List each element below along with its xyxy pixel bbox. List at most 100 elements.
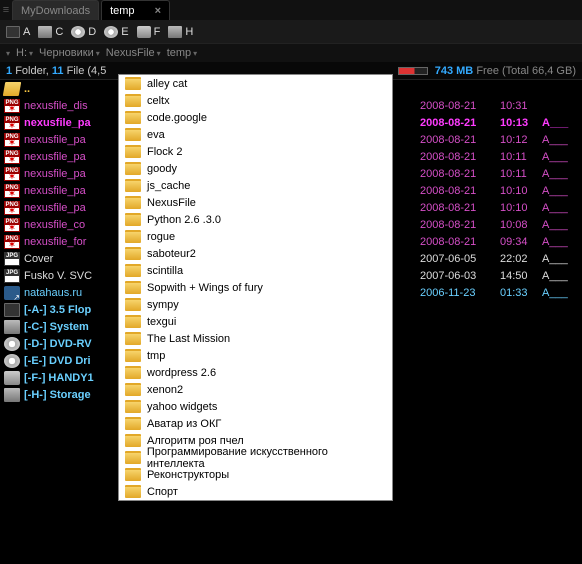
tab-bar: ≡ MyDownloads temp ×	[0, 0, 582, 20]
dropdown-item[interactable]: saboteur2	[119, 245, 392, 262]
folder-dropdown[interactable]: alley cat celtx code.googleevaFlock 2goody…	[118, 74, 393, 501]
folder-icon	[125, 298, 141, 311]
file-date: 2008-08-21	[420, 236, 500, 248]
file-date: 2008-08-21	[420, 100, 500, 112]
file-date: 2007-06-05	[420, 253, 500, 265]
close-icon[interactable]: ×	[155, 5, 161, 17]
dropdown-item[interactable]: eva	[119, 126, 392, 143]
file-time: 10:10	[500, 202, 542, 214]
tab-temp[interactable]: temp ×	[101, 0, 170, 20]
folder-open-icon	[3, 82, 21, 96]
dropdown-item[interactable]: code.google	[119, 109, 392, 126]
folder-icon	[125, 213, 141, 226]
hdd-icon	[38, 26, 52, 38]
tab-label: temp	[110, 5, 134, 17]
dropdown-item-label: xenon2	[147, 384, 183, 396]
drive-f[interactable]: F	[137, 26, 161, 38]
hdd-icon	[4, 388, 20, 402]
tab-drag-handle[interactable]: ≡	[0, 0, 12, 20]
file-time: 22:02	[500, 253, 542, 265]
drive-h[interactable]: H	[168, 26, 193, 38]
file-attr: A___	[542, 134, 578, 146]
chevron-down-icon: ▾	[96, 49, 100, 58]
dropdown-item[interactable]: alley cat	[119, 75, 392, 92]
dropdown-item[interactable]: Аватар из ОКГ	[119, 415, 392, 432]
file-attr: A___	[542, 287, 578, 299]
dropdown-item[interactable]: Python 2.6 .3.0	[119, 211, 392, 228]
file-time: 14:50	[500, 270, 542, 282]
dropdown-item[interactable]: Sopwith + Wings of fury	[119, 279, 392, 296]
folder-icon	[125, 230, 141, 243]
dropdown-item[interactable]: Программирование искусственного интеллек…	[119, 449, 392, 466]
usb-icon	[137, 26, 151, 38]
tab-mydownloads[interactable]: MyDownloads	[12, 0, 99, 20]
chevron-down-icon[interactable]: ▾	[6, 49, 10, 58]
drive-letter: D	[88, 26, 96, 38]
file-date: 2008-08-21	[420, 151, 500, 163]
hdd-icon	[4, 320, 20, 334]
dropdown-item-label: Sopwith + Wings of fury	[147, 282, 263, 294]
jpg-icon	[4, 269, 20, 283]
dropdown-item[interactable]: js_cache	[119, 177, 392, 194]
dropdown-item-label: tmp	[147, 350, 165, 362]
folder-icon	[125, 179, 141, 192]
folder-icon	[125, 162, 141, 175]
breadcrumb-seg[interactable]: NexusFile▾	[106, 47, 161, 59]
dropdown-item[interactable]: xenon2	[119, 381, 392, 398]
file-date: 2008-08-21	[420, 168, 500, 180]
drive-a[interactable]: A	[6, 26, 30, 38]
file-time: 01:33	[500, 287, 542, 299]
png-icon	[4, 201, 20, 215]
breadcrumb-seg[interactable]: temp▾	[167, 47, 197, 59]
dropdown-item[interactable]: celtx	[119, 92, 392, 109]
file-time: 10:13	[500, 117, 542, 129]
dropdown-item[interactable]: rogue	[119, 228, 392, 245]
dropdown-item[interactable]: yahoo widgets	[119, 398, 392, 415]
file-time: 10:08	[500, 219, 542, 231]
dropdown-item-label: celtx	[147, 95, 170, 107]
dropdown-item[interactable]: scintilla	[119, 262, 392, 279]
dropdown-item[interactable]: NexusFile	[119, 194, 392, 211]
dropdown-item-label: texgui	[147, 316, 176, 328]
file-attr: A___	[542, 185, 578, 197]
dropdown-item[interactable]: The Last Mission	[119, 330, 392, 347]
drive-letter: A	[23, 26, 30, 38]
dropdown-item[interactable]: tmp	[119, 347, 392, 364]
file-time: 10:11	[500, 151, 542, 163]
file-time: 10:11	[500, 168, 542, 180]
folder-icon	[125, 247, 141, 260]
file-time: 10:10	[500, 185, 542, 197]
folder-icon	[125, 349, 141, 362]
png-icon	[4, 150, 20, 164]
dropdown-item-label: js_cache	[147, 180, 190, 192]
file-count: 11	[52, 65, 64, 77]
drive-letter: C	[55, 26, 63, 38]
dropdown-item[interactable]: wordpress 2.6	[119, 364, 392, 381]
dropdown-item-label: Реконструкторы	[147, 469, 229, 481]
dropdown-item[interactable]: texgui	[119, 313, 392, 330]
file-attr: A___	[542, 168, 578, 180]
dropdown-item[interactable]: Flock 2	[119, 143, 392, 160]
tab-label: MyDownloads	[21, 5, 90, 17]
folder-icon	[125, 94, 141, 107]
dropdown-item-label: Аватар из ОКГ	[147, 418, 221, 430]
breadcrumb: ▾ H:▾ Черновики▾ NexusFile▾ temp▾	[0, 44, 582, 62]
file-date: 2008-08-21	[420, 117, 500, 129]
dropdown-item[interactable]: sympy	[119, 296, 392, 313]
png-icon	[4, 218, 20, 232]
dvd-icon	[4, 337, 20, 351]
drive-c[interactable]: C	[38, 26, 63, 38]
file-attr: A___	[542, 270, 578, 282]
dropdown-item[interactable]: Спорт	[119, 483, 392, 500]
folder-icon	[125, 366, 141, 379]
chevron-down-icon: ▾	[157, 49, 161, 58]
dvd-icon	[104, 26, 118, 38]
breadcrumb-seg[interactable]: H:▾	[16, 47, 33, 59]
dropdown-item-label: Программирование искусственного интеллек…	[147, 446, 386, 470]
drive-d[interactable]: D	[71, 26, 96, 38]
dropdown-item[interactable]: goody	[119, 160, 392, 177]
png-icon	[4, 116, 20, 130]
breadcrumb-seg[interactable]: Черновики▾	[39, 47, 100, 59]
png-icon	[4, 235, 20, 249]
drive-e[interactable]: E	[104, 26, 128, 38]
